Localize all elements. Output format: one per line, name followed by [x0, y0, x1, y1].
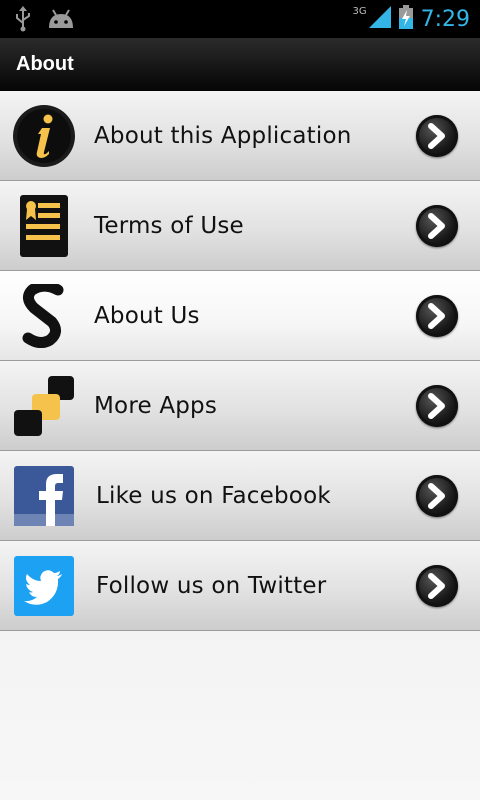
clock: 7:29: [420, 6, 470, 32]
menu-item-about-us[interactable]: About Us: [0, 271, 480, 361]
logo-icon: [12, 280, 76, 349]
chevron-right-icon: [416, 115, 458, 157]
menu-item-label: About this Application: [94, 123, 352, 149]
about-menu-list: About this Application Terms of Use Abou…: [0, 91, 480, 631]
battery-charging-icon: [398, 5, 413, 33]
page-title: About: [16, 53, 74, 75]
apps-icon: [12, 374, 76, 438]
chevron-right-icon: [416, 475, 458, 517]
chevron-right-icon: [416, 385, 458, 427]
menu-item-facebook[interactable]: Like us on Facebook: [0, 451, 480, 541]
menu-item-terms-of-use[interactable]: Terms of Use: [0, 181, 480, 271]
menu-item-label: More Apps: [94, 393, 218, 419]
document-icon: [12, 194, 76, 258]
twitter-icon: [12, 554, 76, 618]
chevron-right-icon: [416, 295, 458, 337]
network-type: 3G: [352, 5, 367, 17]
menu-item-label: About Us: [94, 303, 200, 329]
menu-item-more-apps[interactable]: More Apps: [0, 361, 480, 451]
menu-item-label: Follow us on Twitter: [96, 573, 327, 599]
signal-icon: [368, 6, 391, 32]
usb-icon: [14, 6, 32, 36]
menu-item-twitter[interactable]: Follow us on Twitter: [0, 541, 480, 631]
status-bar: 3G 7:29: [0, 0, 480, 38]
info-icon: [12, 104, 76, 168]
action-bar: About: [0, 38, 480, 91]
chevron-right-icon: [416, 565, 458, 607]
menu-item-label: Like us on Facebook: [96, 483, 331, 509]
menu-item-about-application[interactable]: About this Application: [0, 91, 480, 181]
menu-item-label: Terms of Use: [94, 213, 244, 239]
facebook-icon: [12, 464, 76, 528]
android-icon: [46, 8, 76, 34]
chevron-right-icon: [416, 205, 458, 247]
